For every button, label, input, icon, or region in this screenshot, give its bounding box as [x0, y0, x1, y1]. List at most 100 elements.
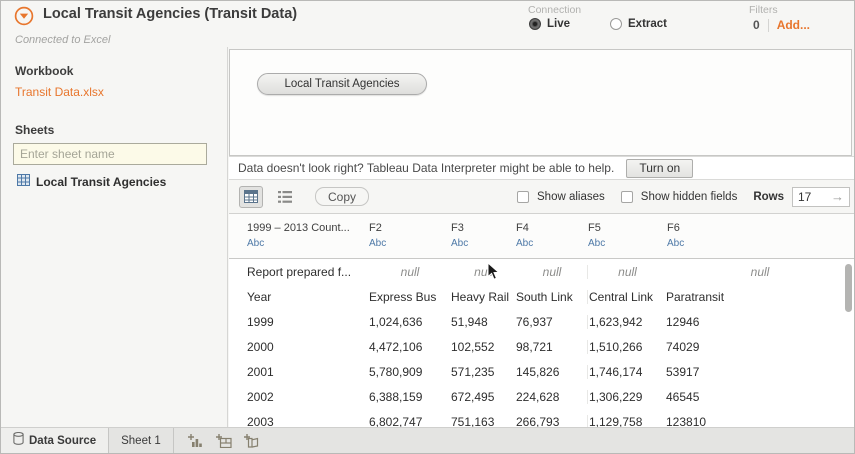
turn-on-button[interactable]: Turn on [626, 159, 693, 178]
add-filter-link[interactable]: Add... [777, 18, 810, 32]
column-header[interactable]: F3Abc [451, 214, 516, 258]
data-grid: 1999 – 2013 Count...AbcF2AbcF3AbcF4AbcF5… [229, 213, 854, 427]
table-cell[interactable]: 1,623,942 [587, 315, 666, 329]
column-type-abc[interactable]: Abc [667, 238, 854, 249]
table-cell[interactable]: 672,495 [451, 390, 516, 404]
table-cell[interactable]: Report prepared f... [229, 265, 369, 279]
live-radio[interactable] [529, 18, 541, 30]
table-cell[interactable]: 74029 [666, 340, 854, 354]
column-type-abc[interactable]: Abc [516, 238, 588, 249]
left-pane: Workbook Transit Data.xlsx Sheets Local … [1, 47, 228, 427]
sidebar-sheet-item[interactable]: Local Transit Agencies [17, 173, 166, 191]
sheets-heading: Sheets [15, 123, 54, 137]
column-header[interactable]: 1999 – 2013 Count...Abc [229, 214, 369, 258]
extract-radio[interactable] [610, 18, 622, 30]
table-cell[interactable]: Central Link [587, 290, 666, 304]
workbook-heading: Workbook [15, 64, 73, 78]
table-cell[interactable]: 1,306,229 [587, 390, 666, 404]
table-cell[interactable]: 12946 [666, 315, 854, 329]
table-cell[interactable]: null [587, 265, 666, 279]
table-cell[interactable]: 6,388,159 [369, 390, 451, 404]
sheet-item-label: Local Transit Agencies [36, 175, 166, 189]
column-type-abc[interactable]: Abc [369, 238, 451, 249]
table-cell[interactable]: Paratransit [666, 290, 854, 304]
rows-input[interactable]: 17 → [792, 187, 850, 207]
table-cell[interactable]: 751,163 [451, 415, 516, 428]
column-header[interactable]: F5Abc [588, 214, 667, 258]
table-cell[interactable]: 1,746,174 [587, 365, 666, 379]
table-row: 20026,388,159672,495224,6281,306,2294654… [229, 384, 854, 409]
table-cell[interactable]: Express Bus [369, 290, 451, 304]
vertical-scrollbar[interactable] [845, 264, 852, 312]
column-header[interactable]: F4Abc [516, 214, 588, 258]
join-canvas[interactable]: Local Transit Agencies [229, 49, 852, 156]
show-aliases-checkbox[interactable] [517, 191, 529, 203]
table-cell[interactable]: 1,510,266 [587, 340, 666, 354]
table-pill[interactable]: Local Transit Agencies [257, 73, 427, 95]
table-cell[interactable]: 53917 [666, 365, 854, 379]
rows-go-arrow-icon[interactable]: → [831, 190, 844, 203]
table-cell[interactable]: 2001 [229, 365, 369, 379]
table-cell[interactable]: South Link [516, 290, 588, 304]
column-type-abc[interactable]: Abc [451, 238, 516, 249]
filters-row: 0 Add... [753, 18, 810, 32]
sheet-1-tab-label: Sheet 1 [121, 435, 161, 447]
table-cell[interactable]: 98,721 [516, 340, 588, 354]
table-cell[interactable]: 1,129,758 [587, 415, 666, 428]
sheet-search-input[interactable] [13, 143, 207, 165]
tab-sheet-1[interactable]: Sheet 1 [109, 428, 174, 453]
table-cell[interactable]: 102,552 [451, 340, 516, 354]
column-type-abc[interactable]: Abc [247, 238, 369, 249]
table-cell[interactable]: null [369, 265, 451, 279]
data-source-menu-icon[interactable] [14, 6, 34, 26]
table-cell[interactable]: null [451, 265, 516, 279]
table-cell[interactable]: 571,235 [451, 365, 516, 379]
grid-view-button[interactable] [239, 186, 263, 208]
table-cell[interactable]: 145,826 [516, 365, 588, 379]
table-cell[interactable]: 2002 [229, 390, 369, 404]
table-cell[interactable]: 2000 [229, 340, 369, 354]
show-hidden-fields-checkbox[interactable] [621, 191, 633, 203]
column-header[interactable]: F2Abc [369, 214, 451, 258]
live-radio-label: Live [547, 18, 570, 30]
tab-data-source[interactable]: Data Source [1, 428, 109, 453]
column-header[interactable]: F6Abc [667, 214, 854, 258]
metadata-view-button[interactable] [273, 186, 297, 208]
table-row: Report prepared f...nullnullnullnullnull [229, 259, 854, 284]
table-cell[interactable]: 2003 [229, 415, 369, 428]
table-cell[interactable]: 1999 [229, 315, 369, 329]
copy-button[interactable]: Copy [315, 187, 369, 206]
divider [768, 19, 769, 32]
table-cell[interactable]: 123810 [666, 415, 854, 428]
tableau-data-source-window: Local Transit Agencies (Transit Data) Co… [0, 0, 855, 454]
table-cell[interactable]: 224,628 [516, 390, 588, 404]
new-worksheet-icon[interactable] [188, 433, 205, 448]
table-cell[interactable]: null [666, 265, 854, 279]
table-row: 20004,472,106102,55298,7211,510,26674029 [229, 334, 854, 359]
new-dashboard-icon[interactable] [216, 433, 233, 448]
table-cell[interactable]: Heavy Rail [451, 290, 516, 304]
grid-header-row: 1999 – 2013 Count...AbcF2AbcF3AbcF4AbcF5… [229, 214, 854, 259]
table-cell[interactable]: 6,802,747 [369, 415, 451, 428]
extract-radio-label: Extract [628, 18, 667, 30]
main-pane: Local Transit Agencies Data doesn't look… [229, 47, 854, 427]
workbook-file-link[interactable]: Transit Data.xlsx [15, 85, 104, 99]
table-cell[interactable]: 4,472,106 [369, 340, 451, 354]
connection-section-label: Connection [528, 4, 581, 16]
filters-section-label: Filters [749, 4, 778, 16]
column-type-abc[interactable]: Abc [588, 238, 667, 249]
grid-toolbar: Copy Show aliases Show hidden fields Row… [229, 180, 852, 213]
table-cell[interactable]: 46545 [666, 390, 854, 404]
status-bar: Data Source Sheet 1 [1, 427, 854, 453]
table-cell[interactable]: 1,024,636 [369, 315, 451, 329]
table-cell[interactable]: 5,780,909 [369, 365, 451, 379]
top-bar: Local Transit Agencies (Transit Data) Co… [1, 1, 855, 47]
table-cell[interactable]: null [516, 265, 588, 279]
connection-subtitle: Connected to Excel [15, 34, 110, 46]
table-cell[interactable]: 266,793 [516, 415, 588, 428]
table-cell[interactable]: 51,948 [451, 315, 516, 329]
new-story-icon[interactable] [244, 433, 261, 448]
table-row: 20015,780,909571,235145,8261,746,1745391… [229, 359, 854, 384]
table-cell[interactable]: Year [229, 290, 369, 304]
table-cell[interactable]: 76,937 [516, 315, 588, 329]
